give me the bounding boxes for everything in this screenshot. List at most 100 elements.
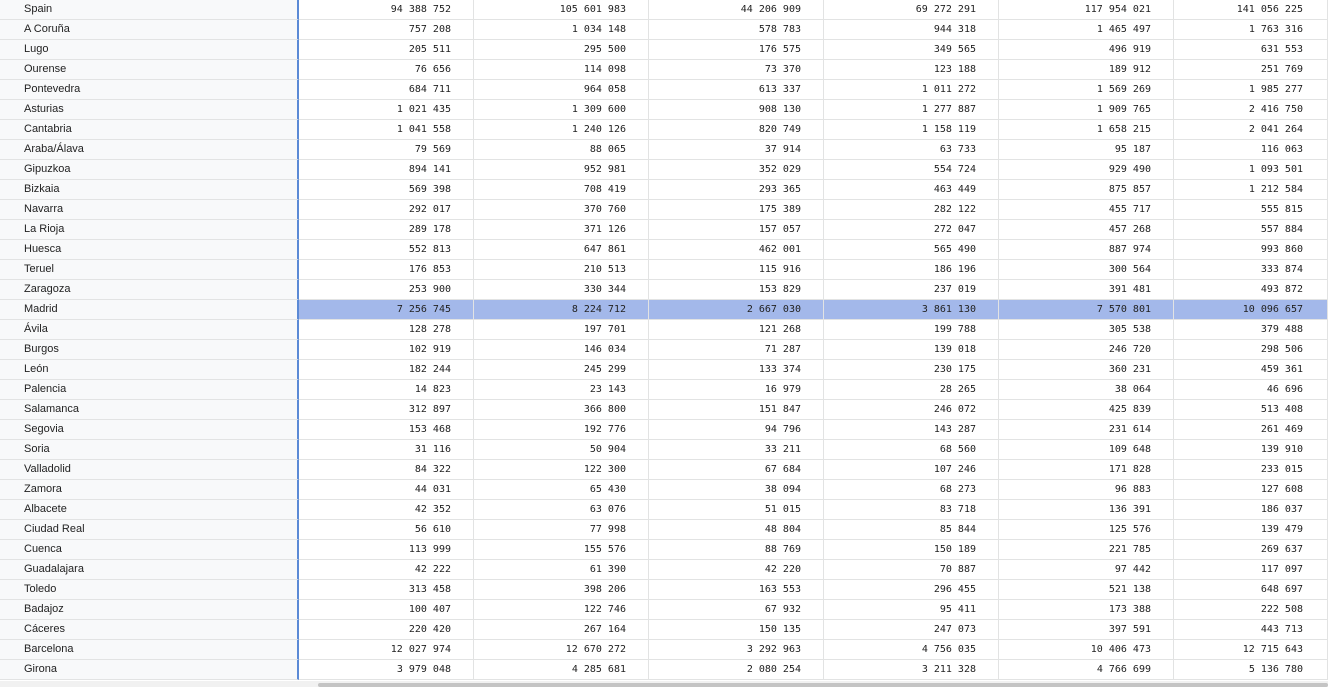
table-cell[interactable]: 121 268 <box>649 320 824 340</box>
table-cell[interactable]: 305 538 <box>999 320 1174 340</box>
table-row[interactable]: Lugo 205 511 295 500 176 575 349 565 496 919 6… <box>0 40 1328 60</box>
table-cell[interactable]: 313 458 <box>299 580 474 600</box>
row-header[interactable]: Soria <box>0 440 299 460</box>
table-cell[interactable]: 123 188 <box>824 60 999 80</box>
table-cell[interactable]: 247 073 <box>824 620 999 640</box>
row-header[interactable]: Bizkaia <box>0 180 299 200</box>
table-cell[interactable]: 38 094 <box>649 480 824 500</box>
table-row[interactable]: Spain 94 388 752 105 601 983 44 206 909 69 2… <box>0 0 1328 20</box>
table-row[interactable]: Guadalajara 42 222 61 390 42 220 70 887 97 44… <box>0 560 1328 580</box>
table-cell[interactable]: 4 766 699 <box>999 660 1174 680</box>
row-header[interactable]: Zamora <box>0 480 299 500</box>
table-cell[interactable]: 493 872 <box>1174 280 1328 300</box>
table-row[interactable]: Navarra 292 017 370 760 175 389 282 122 455 7… <box>0 200 1328 220</box>
table-cell[interactable]: 352 029 <box>649 160 824 180</box>
table-cell[interactable]: 554 724 <box>824 160 999 180</box>
table-cell[interactable]: 757 208 <box>299 20 474 40</box>
table-cell[interactable]: 105 601 983 <box>474 0 649 20</box>
table-cell[interactable]: 175 389 <box>649 200 824 220</box>
row-header[interactable]: Girona <box>0 660 299 680</box>
table-cell[interactable]: 1 034 148 <box>474 20 649 40</box>
table-cell[interactable]: 1 465 497 <box>999 20 1174 40</box>
table-cell[interactable]: 349 565 <box>824 40 999 60</box>
table-cell[interactable]: 63 733 <box>824 140 999 160</box>
table-cell[interactable]: 155 576 <box>474 540 649 560</box>
table-cell[interactable]: 391 481 <box>999 280 1174 300</box>
table-cell[interactable]: 117 097 <box>1174 560 1328 580</box>
row-header[interactable]: Palencia <box>0 380 299 400</box>
table-cell[interactable]: 173 388 <box>999 600 1174 620</box>
table-row[interactable]: Bizkaia 569 398 708 419 293 365 463 449 875 8… <box>0 180 1328 200</box>
table-cell[interactable]: 88 065 <box>474 140 649 160</box>
table-cell[interactable]: 42 220 <box>649 560 824 580</box>
table-cell[interactable]: 115 916 <box>649 260 824 280</box>
table-cell[interactable]: 10 406 473 <box>999 640 1174 660</box>
row-header[interactable]: Toledo <box>0 580 299 600</box>
table-cell[interactable]: 95 411 <box>824 600 999 620</box>
table-cell[interactable]: 186 037 <box>1174 500 1328 520</box>
table-cell[interactable]: 245 299 <box>474 360 649 380</box>
table-cell[interactable]: 330 344 <box>474 280 649 300</box>
table-row[interactable]: Cáceres 220 420 267 164 150 135 247 073 397 5… <box>0 620 1328 640</box>
table-row[interactable]: León 182 244 245 299 133 374 230 175 360 231 4… <box>0 360 1328 380</box>
table-cell[interactable]: 44 206 909 <box>649 0 824 20</box>
table-cell[interactable]: 908 130 <box>649 100 824 120</box>
row-header[interactable]: León <box>0 360 299 380</box>
table-cell[interactable]: 425 839 <box>999 400 1174 420</box>
table-cell[interactable]: 312 897 <box>299 400 474 420</box>
table-cell[interactable]: 462 001 <box>649 240 824 260</box>
table-cell[interactable]: 197 701 <box>474 320 649 340</box>
table-cell[interactable]: 1 309 600 <box>474 100 649 120</box>
row-header[interactable]: Cantabria <box>0 120 299 140</box>
table-cell[interactable]: 2 080 254 <box>649 660 824 680</box>
table-row[interactable]: Madrid 7 256 745 8 224 712 2 667 030 3 861 1… <box>0 300 1328 320</box>
table-cell[interactable]: 100 407 <box>299 600 474 620</box>
table-row[interactable]: Araba/Álava 79 569 88 065 37 914 63 733 95 18… <box>0 140 1328 160</box>
row-header[interactable]: Guadalajara <box>0 560 299 580</box>
table-cell[interactable]: 38 064 <box>999 380 1174 400</box>
table-cell[interactable]: 7 256 745 <box>299 300 474 320</box>
table-cell[interactable]: 267 164 <box>474 620 649 640</box>
table-row[interactable]: Burgos 102 919 146 034 71 287 139 018 246 720… <box>0 340 1328 360</box>
table-row[interactable]: Cuenca 113 999 155 576 88 769 150 189 221 785… <box>0 540 1328 560</box>
row-header[interactable]: Zaragoza <box>0 280 299 300</box>
table-cell[interactable]: 96 883 <box>999 480 1174 500</box>
table-cell[interactable]: 578 783 <box>649 20 824 40</box>
table-row[interactable]: Valladolid 84 322 122 300 67 684 107 246 171 … <box>0 460 1328 480</box>
row-header[interactable]: Cáceres <box>0 620 299 640</box>
table-cell[interactable]: 296 455 <box>824 580 999 600</box>
table-cell[interactable]: 648 697 <box>1174 580 1328 600</box>
table-cell[interactable]: 1 985 277 <box>1174 80 1328 100</box>
table-cell[interactable]: 65 430 <box>474 480 649 500</box>
table-cell[interactable]: 176 853 <box>299 260 474 280</box>
horizontal-scrollbar[interactable] <box>0 681 1328 687</box>
table-cell[interactable]: 12 027 974 <box>299 640 474 660</box>
table-cell[interactable]: 67 684 <box>649 460 824 480</box>
table-cell[interactable]: 1 212 584 <box>1174 180 1328 200</box>
table-cell[interactable]: 237 019 <box>824 280 999 300</box>
table-cell[interactable]: 944 318 <box>824 20 999 40</box>
table-cell[interactable]: 42 352 <box>299 500 474 520</box>
table-cell[interactable]: 117 954 021 <box>999 0 1174 20</box>
table-cell[interactable]: 5 136 780 <box>1174 660 1328 680</box>
table-cell[interactable]: 398 206 <box>474 580 649 600</box>
row-header[interactable]: Huesca <box>0 240 299 260</box>
table-cell[interactable]: 192 776 <box>474 420 649 440</box>
table-cell[interactable]: 10 096 657 <box>1174 300 1328 320</box>
table-cell[interactable]: 42 222 <box>299 560 474 580</box>
table-cell[interactable]: 88 769 <box>649 540 824 560</box>
table-cell[interactable]: 182 244 <box>299 360 474 380</box>
table-cell[interactable]: 7 570 801 <box>999 300 1174 320</box>
table-row[interactable]: Toledo 313 458 398 206 163 553 296 455 521 13… <box>0 580 1328 600</box>
table-cell[interactable]: 76 656 <box>299 60 474 80</box>
table-cell[interactable]: 220 420 <box>299 620 474 640</box>
table-cell[interactable]: 186 196 <box>824 260 999 280</box>
table-cell[interactable]: 647 861 <box>474 240 649 260</box>
table-cell[interactable]: 463 449 <box>824 180 999 200</box>
row-header[interactable]: Lugo <box>0 40 299 60</box>
table-cell[interactable]: 246 720 <box>999 340 1174 360</box>
table-cell[interactable]: 443 713 <box>1174 620 1328 640</box>
table-cell[interactable]: 1 158 119 <box>824 120 999 140</box>
table-cell[interactable]: 555 815 <box>1174 200 1328 220</box>
table-row[interactable]: Zamora 44 031 65 430 38 094 68 273 96 883 127 … <box>0 480 1328 500</box>
